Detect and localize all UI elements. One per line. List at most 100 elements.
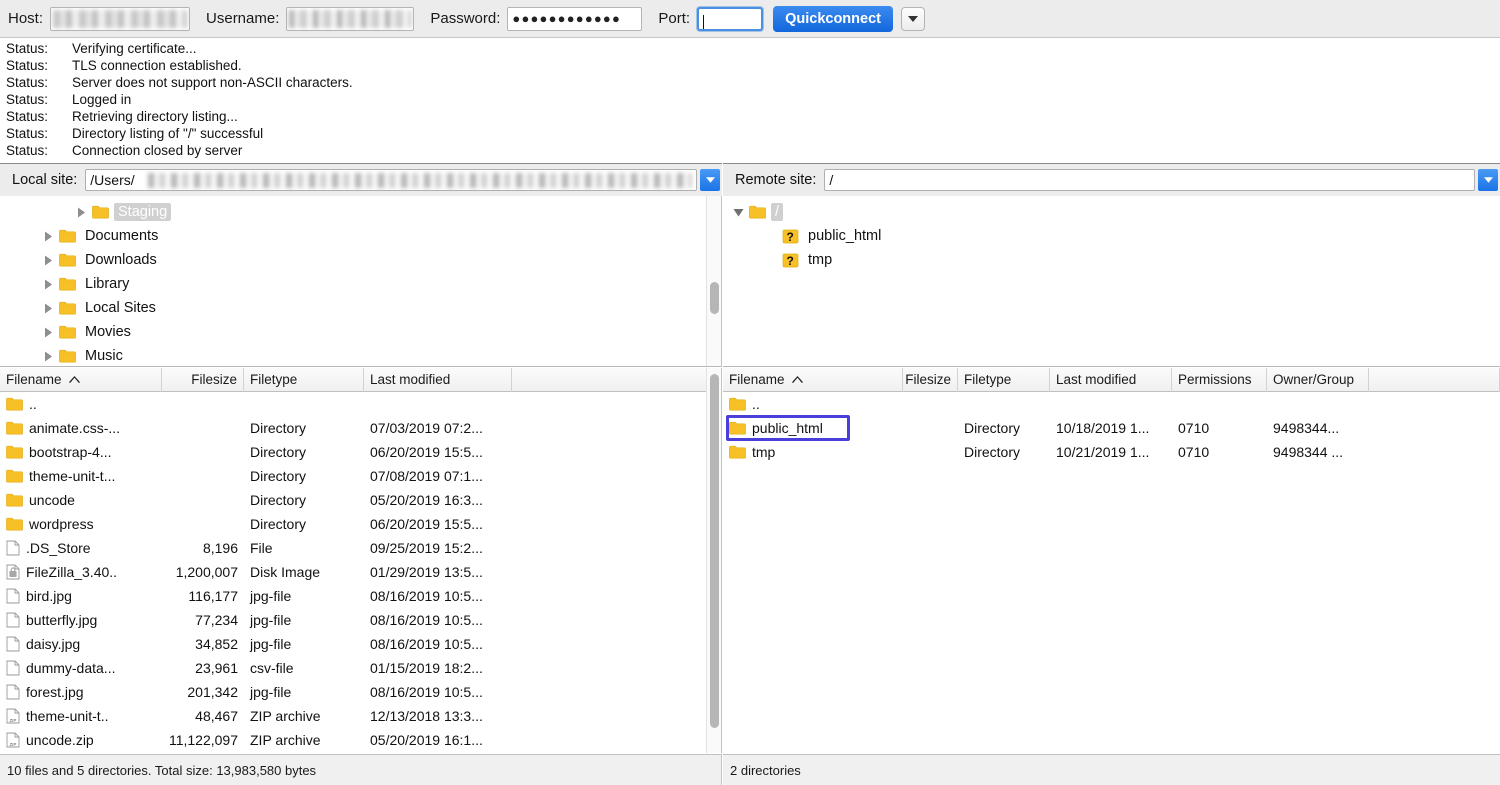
file-row[interactable]: .. (0, 392, 721, 416)
password-input[interactable]: ●●●●●●●●●●●● (507, 7, 642, 31)
column-header-filesize[interactable]: Filesize (903, 368, 958, 392)
local-site-bar: Local site: /Users/ (0, 163, 722, 196)
status-log-kind: Status: (0, 40, 72, 57)
column-header-last-modified[interactable]: Last modified (1050, 368, 1172, 392)
file-row[interactable]: tmpDirectory10/21/2019 1...07109498344 .… (723, 440, 1500, 464)
file-name-cell: forest.jpg (0, 680, 162, 704)
local-file-list[interactable]: Filename Filesize Filetype Last modified… (0, 368, 722, 753)
local-tree-item-movies[interactable]: Movies (0, 320, 721, 344)
file-row[interactable]: uncodeDirectory05/20/2019 16:3... (0, 488, 721, 512)
status-log-row: Status:Connection closed by server (0, 142, 1500, 158)
file-row[interactable]: bird.jpg116,177jpg-file08/16/2019 10:5..… (0, 584, 721, 608)
column-header-spacer[interactable] (1369, 368, 1500, 392)
folder-icon (6, 469, 23, 483)
file-name-label: bootstrap-4... (29, 440, 112, 464)
host-input[interactable] (50, 7, 190, 31)
sort-ascending-icon (69, 376, 80, 383)
port-input[interactable] (697, 7, 763, 31)
file-name-cell: animate.css-... (0, 416, 162, 440)
tree-twisty-collapsed-icon[interactable] (37, 303, 59, 314)
file-icon (6, 660, 20, 676)
local-site-path-input[interactable]: /Users/ (85, 169, 697, 191)
tree-twisty-collapsed-icon[interactable] (37, 279, 59, 290)
quickconnect-button[interactable]: Quickconnect (773, 6, 893, 32)
file-row[interactable]: theme-unit-t...Directory07/08/2019 07:1.… (0, 464, 721, 488)
tree-twisty-collapsed-icon[interactable] (37, 255, 59, 266)
remote-tree-item-public-html[interactable]: ?public_html (723, 224, 1500, 248)
file-row[interactable]: bootstrap-4...Directory06/20/2019 15:5..… (0, 440, 721, 464)
local-site-dropdown-button[interactable] (700, 169, 720, 191)
remote-site-path-value: / (825, 172, 833, 188)
file-name-cell: daisy.jpg (0, 632, 162, 656)
file-name-cell: butterfly.jpg (0, 608, 162, 632)
folder-icon (6, 397, 23, 411)
chevron-down-icon (908, 16, 918, 22)
file-row[interactable]: dummy-data...23,961csv-file01/15/2019 18… (0, 656, 721, 680)
file-row[interactable]: daisy.jpg34,852jpg-file08/16/2019 10:5..… (0, 632, 721, 656)
remote-directory-tree[interactable]: / ?public_html?tmp (723, 196, 1500, 367)
local-list-scrollbar[interactable] (706, 368, 721, 753)
tree-twisty-collapsed-icon[interactable] (70, 207, 92, 218)
file-row[interactable]: public_htmlDirectory10/18/2019 1...07109… (723, 416, 1500, 440)
remote-tree-item-label: / (771, 203, 783, 221)
status-log-kind: Status: (0, 142, 72, 158)
file-row[interactable]: ZIPuncode.zip11,122,097ZIP archive05/20/… (0, 728, 721, 752)
local-tree-item-staging[interactable]: Staging (0, 200, 721, 224)
zip-icon: ZIP (6, 732, 20, 748)
file-row[interactable]: butterfly.jpg77,234jpg-file08/16/2019 10… (0, 608, 721, 632)
local-tree-item-documents[interactable]: Documents (0, 224, 721, 248)
column-header-last-modified[interactable]: Last modified (364, 368, 512, 392)
column-header-owner-group[interactable]: Owner/Group (1267, 368, 1369, 392)
port-label: Port: (658, 10, 690, 27)
file-row[interactable]: FileZilla_3.40..1,200,007Disk Image01/29… (0, 560, 721, 584)
tree-twisty-collapsed-icon[interactable] (37, 351, 59, 362)
local-tree-item-music[interactable]: Music (0, 344, 721, 367)
file-name-label: tmp (752, 440, 775, 464)
username-input[interactable] (286, 7, 414, 31)
local-tree-item-library[interactable]: Library (0, 272, 721, 296)
column-header-filesize[interactable]: Filesize (162, 368, 244, 392)
status-log-message: TLS connection established. (72, 57, 1500, 74)
status-log-row: Status:Directory listing of "/" successf… (0, 125, 1500, 142)
tree-twisty-collapsed-icon[interactable] (37, 231, 59, 242)
local-tree-item-local-sites[interactable]: Local Sites (0, 296, 721, 320)
remote-site-path-input[interactable]: / (824, 169, 1475, 191)
column-header-permissions[interactable]: Permissions (1172, 368, 1267, 392)
local-tree-scroll-thumb[interactable] (710, 282, 719, 314)
remote-tree-item-[interactable]: / (723, 200, 1500, 224)
local-directory-tree[interactable]: StagingDocumentsDownloadsLibrary Local Si… (0, 196, 722, 367)
remote-status-text: 2 directories (730, 763, 801, 778)
file-row[interactable]: .. (723, 392, 1500, 416)
unknown-folder-icon: ? (782, 253, 799, 268)
remote-site-dropdown-button[interactable] (1478, 169, 1498, 191)
status-log[interactable]: Status:Verifying certificate...Status:TL… (0, 39, 1500, 158)
remote-tree-item-tmp[interactable]: ?tmp (723, 248, 1500, 272)
file-permissions-cell (1172, 392, 1267, 416)
column-header-filetype[interactable]: Filetype (958, 368, 1050, 392)
local-tree-item-downloads[interactable]: Downloads (0, 248, 721, 272)
local-tree-scrollbar[interactable] (706, 196, 721, 366)
column-header-spacer[interactable] (512, 368, 721, 392)
file-row[interactable]: .DS_Store8,196File09/25/2019 15:2... (0, 536, 721, 560)
local-list-scroll-thumb[interactable] (710, 374, 719, 728)
file-type-cell: Directory (958, 416, 1050, 440)
disk-image-icon (6, 564, 20, 580)
tree-twisty-expanded-icon[interactable] (727, 208, 749, 217)
file-row[interactable]: animate.css-...Directory07/03/2019 07:2.… (0, 416, 721, 440)
column-header-filename[interactable]: Filename (723, 368, 903, 392)
zip-icon: ZIP (6, 708, 20, 724)
file-name-cell: public_html (723, 416, 903, 440)
file-icon (6, 588, 20, 604)
remote-file-list[interactable]: Filename Filesize Filetype Last modified… (723, 368, 1500, 753)
column-header-filename[interactable]: Filename (0, 368, 162, 392)
quickconnect-dropdown-button[interactable] (901, 7, 925, 31)
column-header-filetype[interactable]: Filetype (244, 368, 364, 392)
status-log-message: Server does not support non-ASCII charac… (72, 74, 1500, 91)
file-type-cell: csv-file (244, 656, 364, 680)
tree-twisty-collapsed-icon[interactable] (37, 327, 59, 338)
file-row[interactable]: forest.jpg201,342jpg-file08/16/2019 10:5… (0, 680, 721, 704)
local-tree-item-label: Local Sites (81, 299, 160, 317)
file-row[interactable]: wordpressDirectory06/20/2019 15:5... (0, 512, 721, 536)
file-name-cell: wordpress (0, 512, 162, 536)
file-row[interactable]: ZIPtheme-unit-t..48,467ZIP archive12/13/… (0, 704, 721, 728)
